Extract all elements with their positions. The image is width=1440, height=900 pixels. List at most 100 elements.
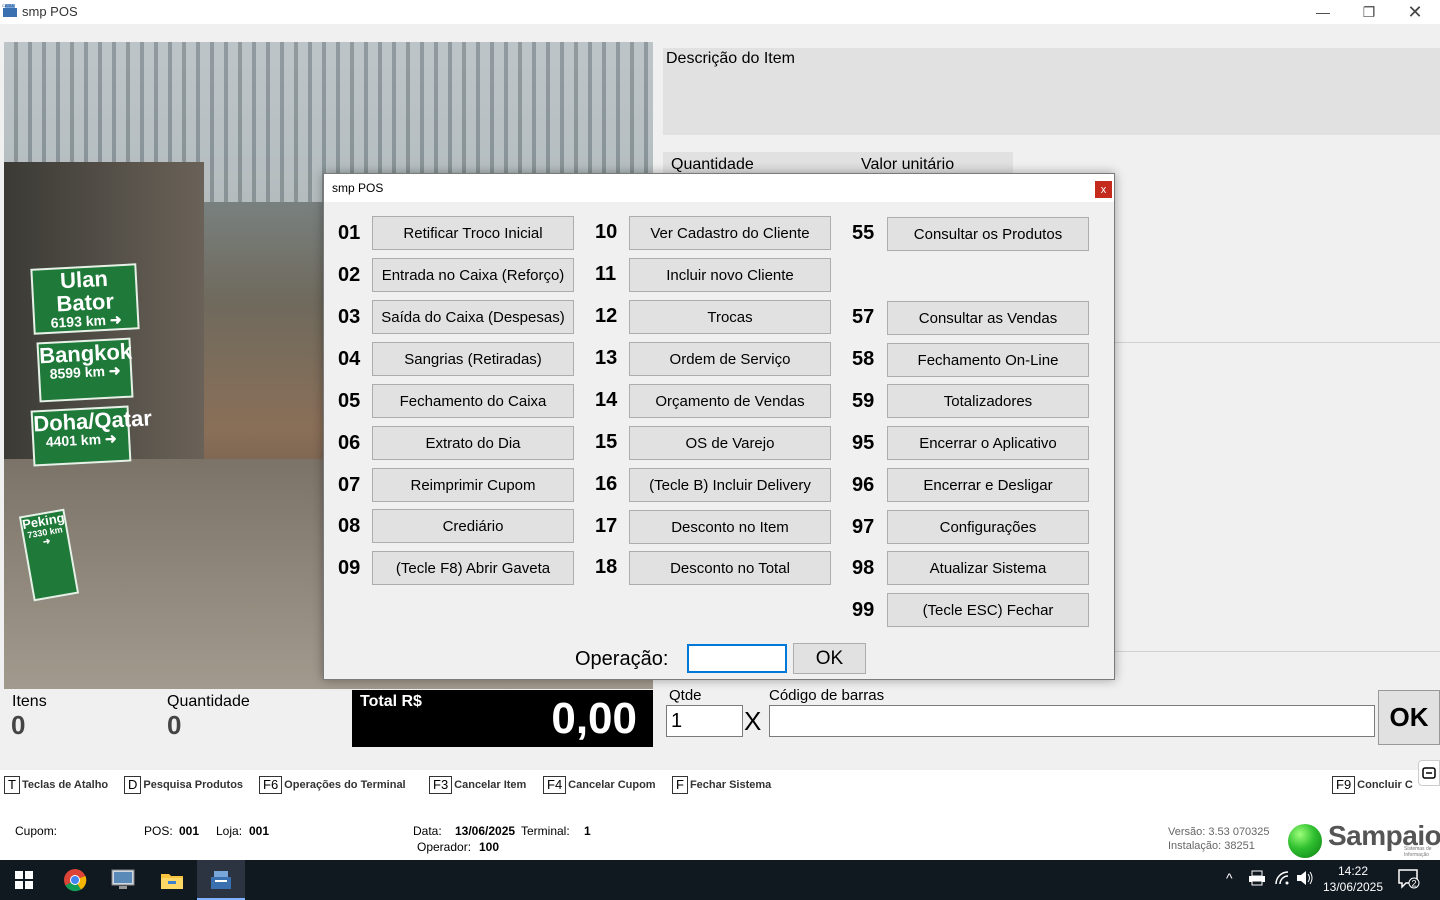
printer-icon[interactable] — [1248, 870, 1266, 889]
shortcut-search-products[interactable]: D Pesquisa Produtos — [124, 776, 243, 794]
cupom-label: Cupom: — [15, 824, 58, 838]
op-number: 97 — [852, 516, 875, 538]
loja-label: Loja: — [216, 824, 243, 838]
op-ver-cadastro-cliente-button[interactable]: Ver Cadastro do Cliente — [629, 216, 831, 250]
op-incluir-cliente-button[interactable]: Incluir novo Cliente — [629, 258, 831, 292]
entry-ok-button[interactable]: OK — [1378, 690, 1440, 745]
terminal-label: Terminal: — [521, 824, 570, 838]
app-titlebar: CAIXA smp POS — ❐ ✕ — [0, 0, 1440, 24]
shortcut-cancel-coupon[interactable]: F4 Cancelar Cupom — [543, 776, 656, 794]
start-windows-icon[interactable] — [0, 860, 48, 900]
dialog-titlebar: smp POS x — [324, 174, 1114, 202]
op-number: 55 — [852, 222, 875, 244]
photo-sign: Ulan Bator 6193 km ➜ — [30, 263, 140, 335]
svg-text:2: 2 — [1412, 879, 1417, 889]
op-consultar-produtos-button[interactable]: Consultar os Produtos — [887, 217, 1089, 251]
pos-label: POS: — [144, 824, 173, 838]
op-configuracoes-button[interactable]: Configurações — [887, 510, 1089, 544]
dialog-close-button[interactable]: x — [1095, 181, 1112, 198]
operador-label: Operador: — [417, 840, 472, 854]
operation-input[interactable] — [687, 644, 787, 673]
close-window-button[interactable]: ✕ — [1392, 0, 1438, 24]
photo-sign: Bangkok 8599 km ➜ — [36, 337, 134, 403]
wifi-icon[interactable] — [1274, 870, 1290, 889]
op-atualizar-sistema-button[interactable]: Atualizar Sistema — [887, 551, 1089, 585]
op-abrir-gaveta-button[interactable]: (Tecle F8) Abrir Gaveta — [372, 551, 574, 585]
shortcut-cancel-item[interactable]: F3 Cancelar Item — [429, 776, 526, 794]
chevron-up-icon[interactable]: ^ — [1226, 870, 1233, 886]
qtde-input[interactable] — [666, 705, 743, 737]
op-entrada-caixa-button[interactable]: Entrada no Caixa (Reforço) — [372, 258, 574, 292]
op-number: 95 — [852, 432, 875, 454]
op-number: 96 — [852, 474, 875, 496]
op-orcamento-vendas-button[interactable]: Orçamento de Vendas — [629, 384, 831, 418]
clock-time: 14:22 — [1337, 864, 1369, 878]
op-encerrar-aplicativo-button[interactable]: Encerrar o Aplicativo — [887, 426, 1089, 460]
shortcut-close-system[interactable]: F Fechar Sistema — [672, 776, 771, 794]
multiply-sign: X — [744, 706, 762, 736]
op-number: 59 — [852, 390, 875, 412]
op-retificar-troco-button[interactable]: Retificar Troco Inicial — [372, 216, 574, 250]
minimize-button[interactable]: — — [1300, 0, 1346, 24]
op-os-varejo-button[interactable]: OS de Varejo — [629, 426, 831, 460]
installation-text: Instalação: 38251 — [1168, 840, 1255, 852]
side-panel-icon[interactable] — [1418, 760, 1440, 786]
op-saida-caixa-button[interactable]: Saída do Caixa (Despesas) — [372, 300, 574, 334]
clock-date: 13/06/2025 — [1322, 880, 1384, 894]
terminal-value: 1 — [584, 824, 591, 838]
op-incluir-delivery-button[interactable]: (Tecle B) Incluir Delivery — [629, 468, 831, 502]
op-crediario-button[interactable]: Crediário — [372, 509, 574, 543]
op-consultar-vendas-button[interactable]: Consultar as Vendas — [887, 301, 1089, 335]
dialog-title: smp POS — [332, 181, 384, 195]
summary-qty-label: Quantidade — [167, 693, 250, 710]
shortcut-conclude[interactable]: F9 Concluir C — [1332, 776, 1413, 794]
op-sangrias-button[interactable]: Sangrias (Retiradas) — [372, 342, 574, 376]
barcode-input[interactable] — [769, 705, 1375, 737]
data-label: Data: — [413, 824, 442, 838]
svg-text:CAIXA: CAIXA — [2, 3, 14, 8]
taskbar-clock[interactable]: 14:22 13/06/2025 — [1318, 863, 1388, 895]
operations-dialog: smp POS x 01 Retificar Troco Inicial 02 … — [323, 173, 1115, 680]
data-value: 13/06/2025 — [455, 824, 516, 838]
loja-value: 001 — [249, 824, 270, 838]
op-number: 57 — [852, 306, 875, 328]
op-desconto-total-button[interactable]: Desconto no Total — [629, 551, 831, 585]
summary-qty-value: 0 — [167, 710, 182, 740]
notifications-icon[interactable]: 2 — [1398, 869, 1420, 892]
op-desconto-item-button[interactable]: Desconto no Item — [629, 510, 831, 544]
op-fechamento-online-button[interactable]: Fechamento On-Line — [887, 343, 1089, 377]
operador-value: 100 — [479, 840, 500, 854]
qtde-label: Qtde — [669, 687, 702, 704]
items-label: Itens — [12, 693, 47, 710]
op-encerrar-desligar-button[interactable]: Encerrar e Desligar — [887, 468, 1089, 502]
sampaio-logo-icon — [1288, 824, 1322, 858]
unit-price-label: Valor unitário — [861, 156, 955, 173]
window-title: smp POS — [22, 4, 78, 19]
photo-sign: Doha/Qatar 4401 km ➜ — [30, 405, 152, 467]
volume-icon[interactable] — [1296, 870, 1314, 889]
item-description-label: Descrição do Item — [666, 50, 795, 67]
op-number: 58 — [852, 348, 875, 370]
op-number: 98 — [852, 557, 875, 579]
op-reimprimir-cupom-button[interactable]: Reimprimir Cupom — [372, 468, 574, 502]
op-trocas-button[interactable]: Trocas — [629, 300, 831, 334]
operation-label: Operação: — [575, 648, 669, 670]
items-value: 0 — [11, 710, 26, 740]
chrome-icon[interactable] — [51, 860, 99, 900]
shortcut-keys[interactable]: T Teclas de Atalho — [4, 776, 108, 794]
operation-ok-button[interactable]: OK — [793, 643, 866, 674]
op-totalizadores-button[interactable]: Totalizadores — [887, 384, 1089, 418]
restore-button[interactable]: ❐ — [1346, 0, 1392, 24]
version-text: Versão: 3.53 070325 — [1168, 826, 1270, 838]
caixa-taskbar-icon[interactable] — [197, 860, 245, 900]
file-explorer-icon[interactable] — [148, 860, 196, 900]
computer-app-icon[interactable] — [99, 860, 147, 900]
total-label: Total R$ — [360, 693, 422, 710]
op-fechamento-caixa-button[interactable]: Fechamento do Caixa — [372, 384, 574, 418]
op-extrato-dia-button[interactable]: Extrato do Dia — [372, 426, 574, 460]
op-ordem-servico-button[interactable]: Ordem de Serviço — [629, 342, 831, 376]
op-fechar-button[interactable]: (Tecle ESC) Fechar — [887, 593, 1089, 627]
shortcut-terminal-operations[interactable]: F6 Operações do Terminal — [259, 776, 406, 794]
sampaio-logo-sub: Sistemas de Informação — [1404, 846, 1432, 858]
pos-value: 001 — [179, 824, 200, 838]
